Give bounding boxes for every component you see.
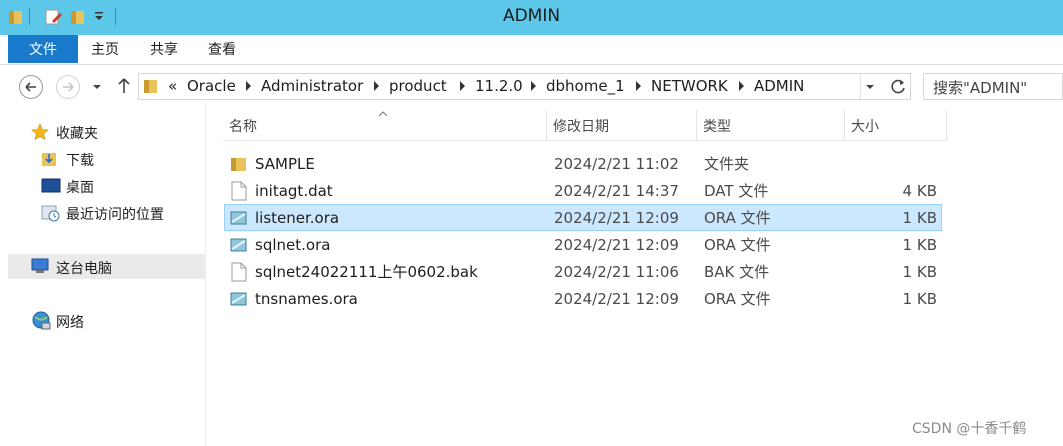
column-header-name-label: 名称 [229, 118, 257, 135]
breadcrumb-administrator[interactable]: Administrator [261, 77, 363, 95]
breadcrumb-separator-icon[interactable] [739, 81, 744, 91]
file-modified: 2024/2/21 14:37 [554, 182, 679, 200]
back-button[interactable] [19, 75, 43, 99]
computer-icon [31, 258, 49, 273]
desktop-icon [41, 178, 61, 193]
file-row[interactable]: sqlnet.ora 2024/2/21 12:09 ORA 文件 1 KB [224, 232, 942, 258]
nav-desktop[interactable]: 桌面 [66, 177, 94, 197]
column-header-modified[interactable]: 修改日期 [547, 110, 697, 141]
breadcrumb-11-2-0[interactable]: 11.2.0 [475, 77, 523, 95]
file-name: initagt.dat [255, 182, 333, 200]
file-size [837, 151, 937, 177]
tab-file[interactable]: 文件 [8, 35, 78, 63]
file-name: SAMPLE [255, 155, 315, 173]
folder-icon [144, 80, 157, 93]
breadcrumb-separator-icon[interactable] [460, 81, 465, 91]
forward-arrow-icon [63, 82, 74, 92]
downloads-folder-icon [42, 153, 56, 166]
nav-this-pc[interactable]: 这台电脑 [56, 258, 112, 278]
breadcrumb-dbhome-1[interactable]: dbhome_1 [546, 77, 625, 95]
up-arrow-icon[interactable] [116, 77, 132, 95]
folder-icon [231, 158, 246, 171]
nav-network[interactable]: 网络 [56, 312, 84, 332]
file-type: ORA 文件 [704, 209, 771, 227]
refresh-icon[interactable] [889, 77, 907, 95]
nav-recent-places[interactable]: 最近访问的位置 [66, 204, 164, 224]
file-modified: 2024/2/21 11:06 [554, 263, 679, 281]
file-size: 1 KB [902, 263, 937, 281]
nav-downloads[interactable]: 下载 [66, 150, 94, 170]
ora-file-icon [230, 292, 247, 306]
file-type: ORA 文件 [704, 236, 771, 254]
file-size: 1 KB [902, 209, 937, 227]
column-header-type[interactable]: 类型 [697, 110, 845, 141]
file-modified: 2024/2/21 12:09 [554, 209, 679, 227]
breadcrumb-separator-icon[interactable] [636, 81, 641, 91]
document-icon [231, 262, 247, 282]
file-type: ORA 文件 [704, 290, 771, 308]
breadcrumb-separator-icon[interactable] [374, 81, 379, 91]
recent-locations-chevron-icon[interactable] [92, 84, 102, 90]
tab-home[interactable]: 主页 [91, 35, 119, 63]
breadcrumb-separator-icon[interactable] [246, 81, 251, 91]
tab-view[interactable]: 查看 [208, 35, 236, 63]
file-row[interactable]: sqlnet24022111上午0602.bak 2024/2/21 11:06… [224, 259, 942, 285]
file-row[interactable]: SAMPLE 2024/2/21 11:02 文件夹 [224, 151, 942, 177]
file-size: 1 KB [902, 290, 937, 308]
file-type: 文件夹 [704, 155, 750, 173]
nav-favorites[interactable]: 收藏夹 [56, 123, 98, 143]
breadcrumb-network[interactable]: NETWORK [651, 77, 728, 95]
address-divider [860, 74, 861, 99]
file-name: listener.ora [255, 209, 340, 227]
file-row[interactable]: initagt.dat 2024/2/21 14:37 DAT 文件 4 KB [224, 178, 942, 204]
file-name: tnsnames.ora [255, 290, 358, 308]
breadcrumb-admin[interactable]: ADMIN [754, 77, 804, 95]
address-history-chevron-icon[interactable] [865, 84, 875, 90]
file-modified: 2024/2/21 12:09 [554, 236, 679, 254]
column-header-size[interactable]: 大小 [845, 110, 947, 141]
watermark: CSDN @十香千鹤 [912, 421, 1027, 437]
column-header-size-label: 大小 [851, 118, 879, 135]
file-type: DAT 文件 [704, 182, 769, 200]
file-name: sqlnet24022111上午0602.bak [255, 263, 478, 281]
document-icon [231, 181, 247, 201]
search-input[interactable]: 搜索"ADMIN" [923, 73, 1063, 100]
file-modified: 2024/2/21 12:09 [554, 290, 679, 308]
star-icon [31, 123, 49, 141]
breadcrumb-separator-icon[interactable] [531, 81, 536, 91]
file-size: 4 KB [902, 182, 937, 200]
column-header-modified-label: 修改日期 [553, 118, 609, 135]
file-row[interactable]: tnsnames.ora 2024/2/21 12:09 ORA 文件 1 KB [224, 286, 942, 312]
breadcrumb-oracle[interactable]: Oracle [187, 77, 236, 95]
back-arrow-icon [25, 82, 36, 92]
file-type: BAK 文件 [704, 263, 770, 281]
file-name: sqlnet.ora [255, 236, 331, 254]
file-row-selected[interactable]: listener.ora 2024/2/21 12:09 ORA 文件 1 KB [224, 204, 942, 231]
network-icon [32, 311, 51, 330]
recent-places-icon [41, 205, 60, 222]
breadcrumb-overflow[interactable]: « [168, 77, 177, 95]
tab-share[interactable]: 共享 [150, 35, 178, 63]
ora-file-icon [230, 211, 247, 225]
file-modified: 2024/2/21 11:02 [554, 155, 679, 173]
sort-ascending-icon [378, 111, 388, 117]
file-size: 1 KB [902, 236, 937, 254]
breadcrumb-product[interactable]: product [389, 77, 447, 95]
window-title: ADMIN [502, 6, 561, 26]
ora-file-icon [230, 238, 247, 252]
column-header-type-label: 类型 [703, 118, 731, 135]
forward-button[interactable] [56, 75, 80, 99]
